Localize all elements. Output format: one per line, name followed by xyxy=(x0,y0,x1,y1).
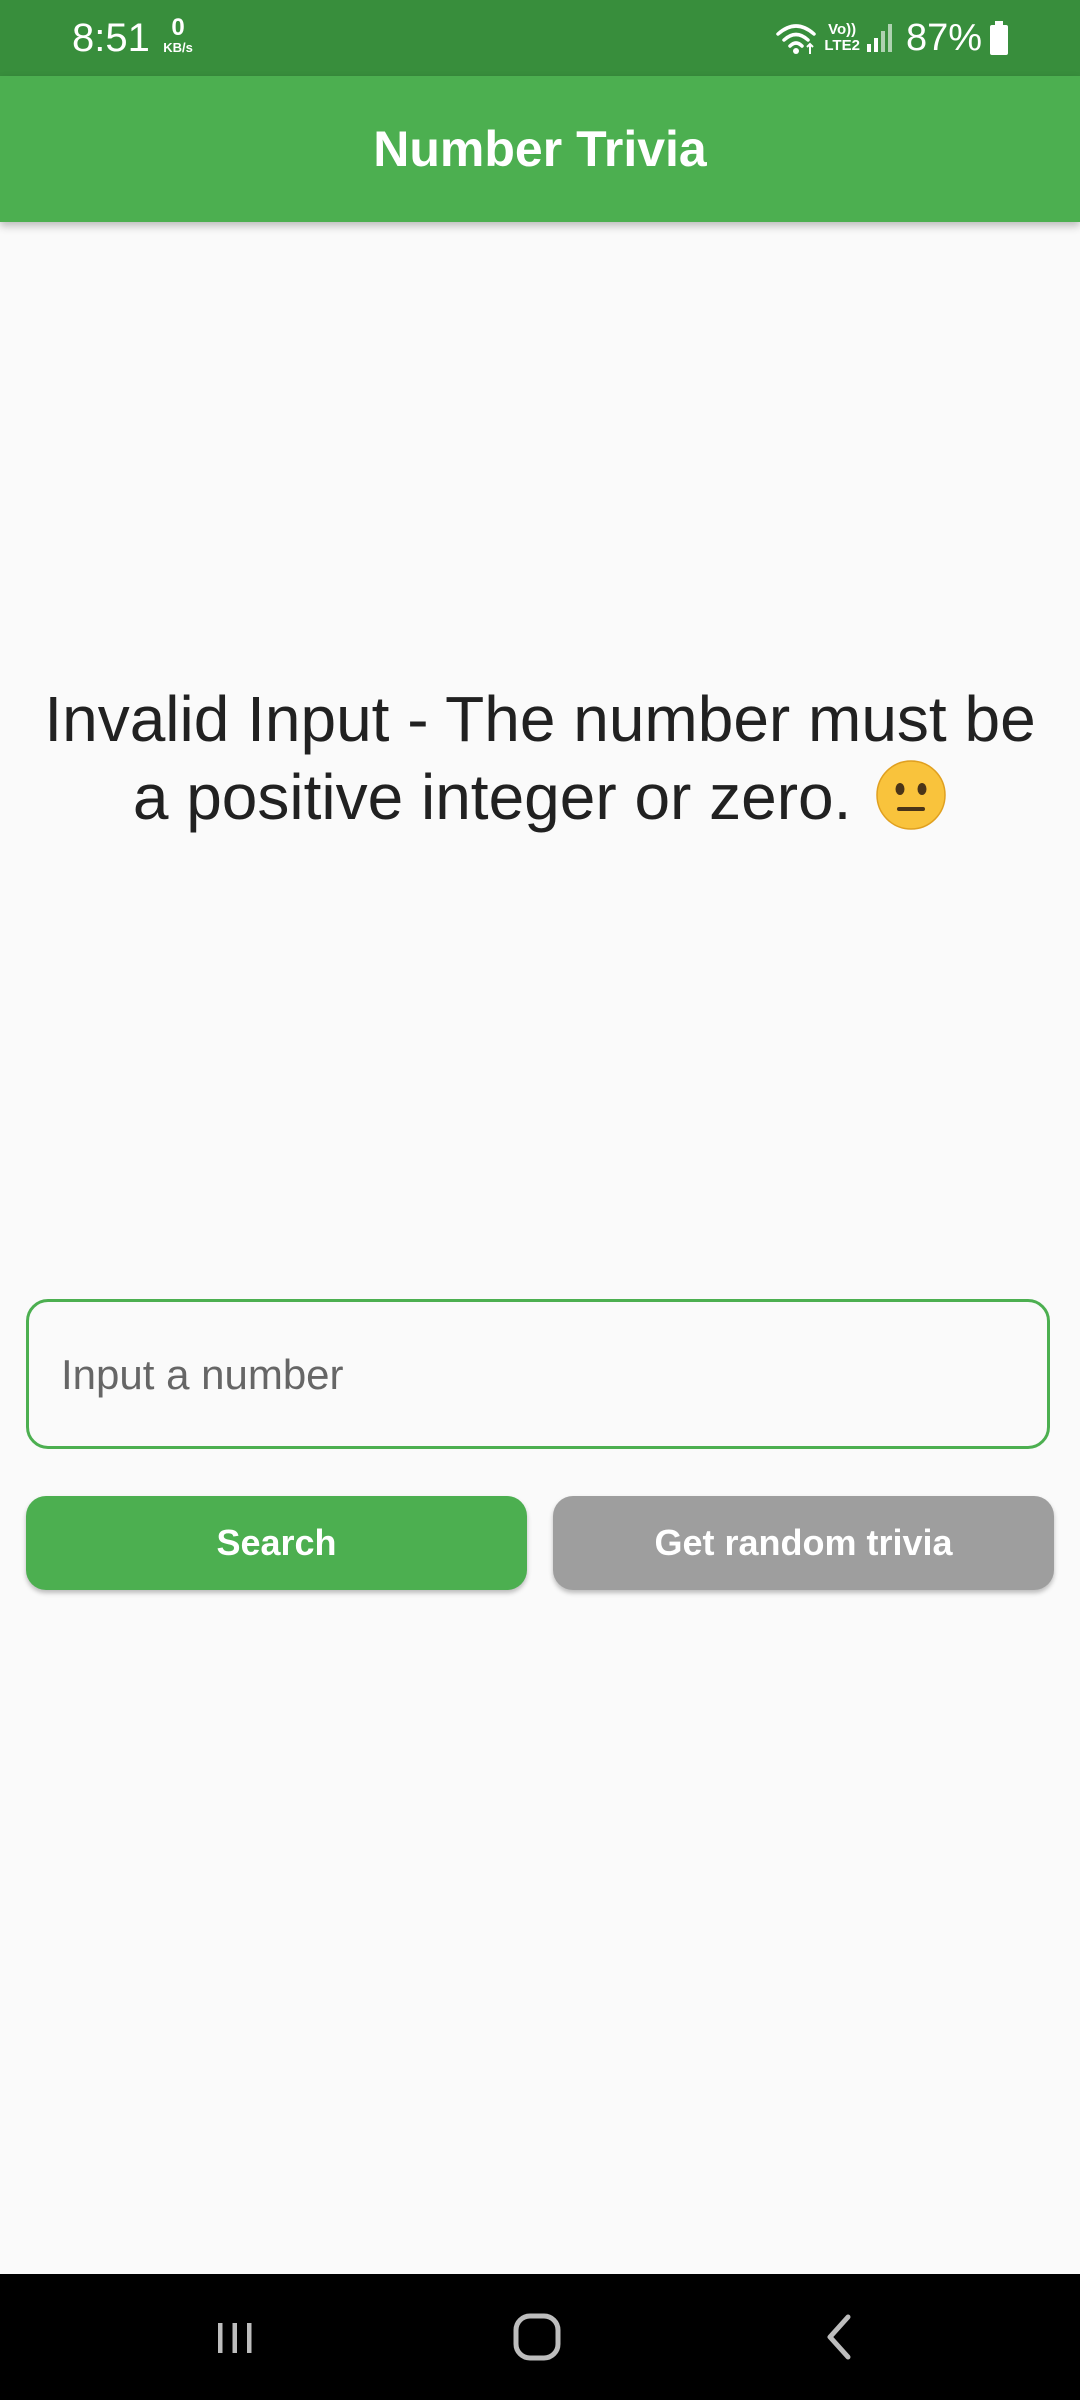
search-button[interactable]: Search xyxy=(26,1496,527,1590)
back-icon[interactable] xyxy=(800,2304,880,2370)
lte-bottom-label: LTE2 xyxy=(824,37,860,54)
home-icon[interactable] xyxy=(497,2304,577,2370)
result-message: Invalid Input - The number must be a pos… xyxy=(20,680,1060,848)
network-speed-unit: KB/s xyxy=(163,40,193,55)
battery-percent: 87% xyxy=(905,17,982,59)
status-bar: 8:51 0 KB/s Vo)) LTE2 87% xyxy=(0,0,1080,76)
lte-top-label: Vo)) xyxy=(828,21,857,38)
system-nav-bar xyxy=(0,2274,1080,2400)
neutral-face-emoji xyxy=(875,759,947,848)
lte-icon: Vo)) LTE2 xyxy=(824,22,860,54)
battery-icon xyxy=(988,20,1010,56)
network-speed: 0 KB/s xyxy=(158,16,198,56)
number-input-container[interactable] xyxy=(26,1299,1050,1449)
network-speed-value: 0 xyxy=(171,14,185,41)
number-input[interactable] xyxy=(59,1302,1013,1448)
random-trivia-button[interactable]: Get random trivia xyxy=(553,1496,1054,1590)
status-icons: Vo)) LTE2 87% xyxy=(768,12,1010,64)
wifi-icon xyxy=(774,20,818,56)
signal-icon xyxy=(866,22,896,54)
app-title: Number Trivia xyxy=(373,121,707,177)
app-bar: Number Trivia xyxy=(0,76,1080,222)
recent-apps-icon[interactable] xyxy=(195,2304,275,2370)
status-time: 8:51 xyxy=(72,16,150,60)
